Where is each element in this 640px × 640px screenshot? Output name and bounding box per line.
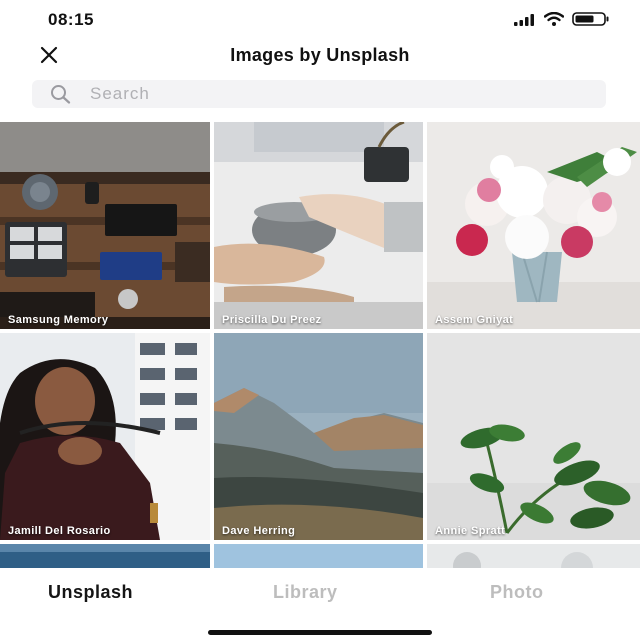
bottom-tab-bar: Unsplash Library Photo [0,568,640,640]
tab-library[interactable]: Library [273,582,338,603]
wifi-icon [543,11,565,31]
photo-tile[interactable] [427,544,640,568]
header: Images by Unsplash [0,40,640,74]
photo-grid: Samsung Memory Priscilla Du Preez Assem … [0,122,640,568]
status-time: 08:15 [48,10,94,29]
tab-unsplash[interactable]: Unsplash [48,582,133,603]
photo-tile[interactable]: Assem Gniyat [427,122,640,329]
page-title: Images by Unsplash [230,45,410,65]
home-indicator [208,630,432,635]
photo-image [214,122,423,329]
photo-tile[interactable] [214,544,423,568]
photo-credit: Samsung Memory [8,314,109,326]
photo-tile[interactable] [0,544,210,568]
photo-image [0,122,210,329]
battery-icon [572,12,610,31]
photo-credit: Jamill Del Rosario [8,525,111,537]
photo-credit: Annie Spratt [435,525,506,537]
photo-credit: Dave Herring [222,525,296,537]
photo-tile[interactable]: Jamill Del Rosario [0,333,210,540]
photo-tile[interactable]: Priscilla Du Preez [214,122,423,329]
photo-credit: Assem Gniyat [435,314,514,326]
photo-image [214,544,423,568]
status-icons [514,11,610,31]
photo-image [427,122,640,329]
photo-image [427,544,640,568]
photo-image [0,333,210,540]
photo-tile[interactable]: Annie Spratt [427,333,640,540]
photo-credit: Priscilla Du Preez [222,314,322,326]
photo-tile[interactable]: Dave Herring [214,333,423,540]
search-bar[interactable] [32,80,606,108]
search-input[interactable] [90,84,570,104]
photo-image [427,333,640,540]
photo-image [0,544,210,568]
search-icon [50,84,76,104]
signal-icon [514,13,536,31]
tab-photo[interactable]: Photo [490,582,544,603]
photo-tile[interactable]: Samsung Memory [0,122,210,329]
photo-image [214,333,423,540]
status-bar: 08:15 [0,0,640,40]
